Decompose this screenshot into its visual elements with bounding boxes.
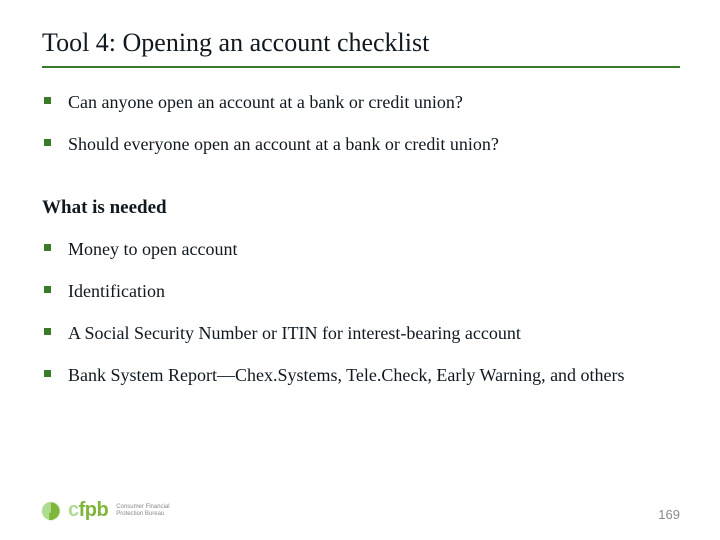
footer: cfpb Consumer Financial Protection Burea… <box>40 499 680 522</box>
cfpb-logo-fullname: Consumer Financial Protection Bureau <box>116 504 169 517</box>
logo-abbr-c: c <box>68 499 79 521</box>
list-item: Can anyone open an account at a bank or … <box>42 90 680 114</box>
cfpb-logo-abbr: cfpb <box>68 499 108 522</box>
cfpb-logo-icon <box>40 500 62 522</box>
list-item: Identification <box>42 279 680 303</box>
list-item: Should everyone open an account at a ban… <box>42 132 680 156</box>
logo-abbr-rest: fpb <box>79 499 109 521</box>
question-list: Can anyone open an account at a bank or … <box>42 90 680 157</box>
slide-title: Tool 4: Opening an account checklist <box>42 28 680 58</box>
slide: Tool 4: Opening an account checklist Can… <box>0 0 720 540</box>
logo-name-line2: Protection Bureau <box>116 511 169 518</box>
page-number: 169 <box>658 507 680 522</box>
section-subhead: What is needed <box>42 197 680 219</box>
cfpb-logo: cfpb Consumer Financial Protection Burea… <box>40 499 170 522</box>
needed-list: Money to open account Identification A S… <box>42 237 680 388</box>
list-item: A Social Security Number or ITIN for int… <box>42 321 680 345</box>
logo-name-line1: Consumer Financial <box>116 504 169 511</box>
title-underline <box>42 66 680 68</box>
list-item: Money to open account <box>42 237 680 261</box>
list-item: Bank System Report—Chex.Systems, Tele.Ch… <box>42 363 680 387</box>
